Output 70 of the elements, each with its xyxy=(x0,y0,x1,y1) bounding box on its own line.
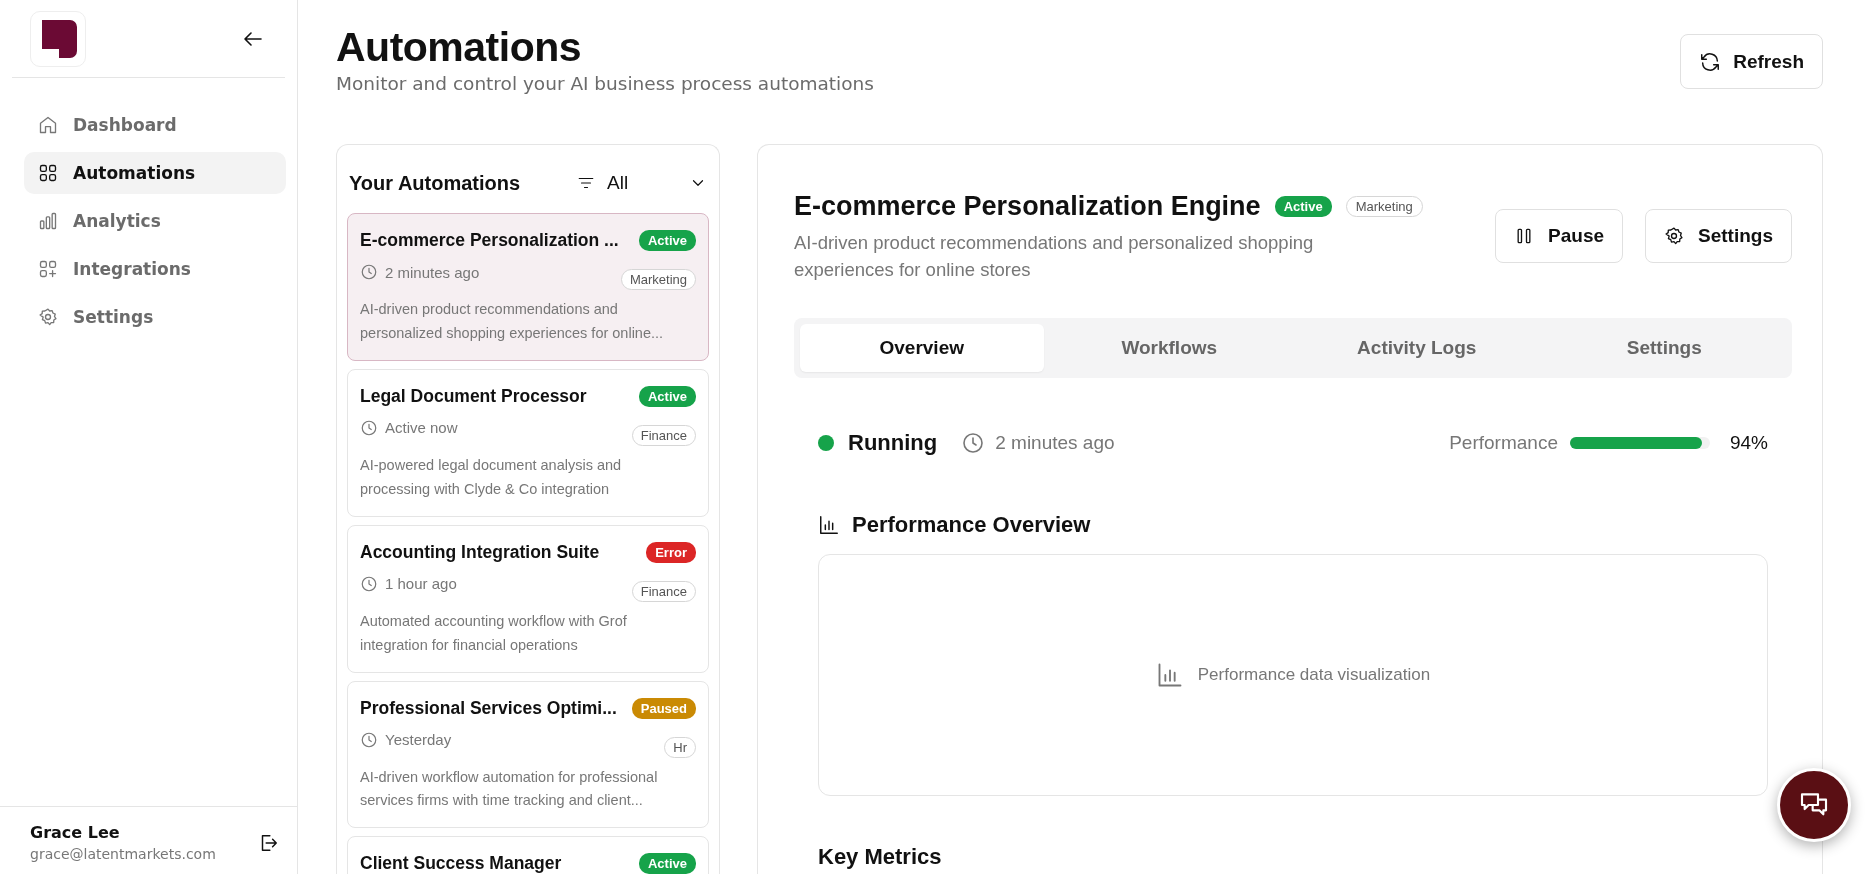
clock-icon xyxy=(360,263,378,281)
tab[interactable]: Settings xyxy=(1542,323,1786,372)
nav-item[interactable]: Dashboard xyxy=(24,104,286,146)
bar-chart-icon xyxy=(818,513,840,536)
automation-description: AI-driven product recommendations and personalized shopping experiences for online stores xyxy=(794,231,1315,282)
status-badge: Active xyxy=(1274,196,1332,217)
filter-dropdown[interactable]: All xyxy=(577,172,707,194)
performance-label: Performance xyxy=(1449,431,1558,454)
clock-icon xyxy=(961,430,986,455)
automation-description: Automated accounting workflow with Grof integration for financial operations xyxy=(360,611,628,655)
automation-name: Client Success Manager xyxy=(360,853,562,874)
automation-name: E-commerce Personalization ... xyxy=(360,230,619,251)
automation-description: AI-powered legal document analysis and processing with Clyde & Co integration xyxy=(360,455,623,499)
tab[interactable]: Workflows xyxy=(1047,323,1291,372)
clock-icon xyxy=(360,418,378,437)
automation-card[interactable]: Accounting Integration Suite Error 1 hour ago Finance Automated accounting workflow with Grof integration for financial operations xyxy=(347,524,709,673)
last-run-time: 2 minutes ago xyxy=(385,263,480,281)
chat-button[interactable] xyxy=(1777,768,1851,842)
user-name: Grace Lee xyxy=(30,823,121,842)
nav-item[interactable]: Integrations xyxy=(24,248,286,290)
grid-plus-icon xyxy=(38,259,58,279)
nav-item[interactable]: Automations xyxy=(24,152,286,194)
page-subtitle: Monitor and control your AI business process automations xyxy=(336,73,874,94)
bar-chart-icon xyxy=(38,211,58,231)
last-run-time: 2 minutes ago xyxy=(995,431,1115,454)
section-title: Key Metrics xyxy=(818,843,943,870)
automation-card[interactable]: Client Success Manager Active xyxy=(347,836,709,874)
page-title: Automations xyxy=(336,24,583,71)
clock-icon xyxy=(360,574,378,593)
last-run-time: 1 hour ago xyxy=(385,575,457,593)
action-button[interactable]: Settings xyxy=(1645,209,1792,263)
placeholder-text: Performance data visualization xyxy=(1197,664,1431,685)
automation-card[interactable]: Professional Services Optimi... Paused Yesterday Hr AI-driven workflow automation for professional services firms with time tracking and client... xyxy=(347,680,709,829)
settings-icon xyxy=(1664,226,1685,246)
automation-description: AI-driven workflow automation for professional services firms with time tracking and client... xyxy=(360,767,659,811)
status-badge: Paused xyxy=(631,697,696,719)
status-badge: Active xyxy=(638,385,696,407)
status-badge: Active xyxy=(638,230,696,251)
category-tag: Finance xyxy=(631,580,696,602)
category-tag: Marketing xyxy=(620,269,696,290)
tab[interactable]: Overview xyxy=(800,323,1044,372)
logo-icon[interactable] xyxy=(30,10,86,67)
nav-item[interactable]: Analytics xyxy=(24,200,286,242)
status-badge: Active xyxy=(638,853,696,874)
section-title: Performance Overview xyxy=(852,511,1091,538)
last-run-time: Yesterday xyxy=(385,731,452,749)
last-run-time: Active now xyxy=(385,419,458,437)
automation-name: Accounting Integration Suite xyxy=(360,541,600,563)
category-tag: Hr xyxy=(664,736,696,758)
performance-value: 94% xyxy=(1729,431,1768,454)
refresh-button[interactable]: Refresh xyxy=(1680,34,1823,89)
automation-name: Legal Document Processor xyxy=(360,385,587,407)
settings-icon xyxy=(38,307,58,327)
nav-item[interactable]: Settings xyxy=(24,296,286,338)
automation-title: E-commerce Personalization Engine xyxy=(794,191,1261,222)
list-title: Your Automations xyxy=(349,171,522,195)
grid-icon xyxy=(38,163,58,183)
status-label: Running xyxy=(848,429,938,456)
automation-card[interactable]: Legal Document Processor Active Active now Finance AI-powered legal document analysis and processing with Clyde & Co integration xyxy=(347,368,709,517)
status-badge: Error xyxy=(646,541,696,563)
automation-name: Professional Services Optimi... xyxy=(360,697,617,719)
automation-description: AI-driven product recommendations and personalized shopping experiences for online... xyxy=(360,300,665,343)
refresh-icon xyxy=(1699,50,1722,73)
automation-card[interactable]: E-commerce Personalization ... Active 2 minutes ago Marketing AI-driven product recommendations and personalized shopping experiences for online... xyxy=(347,213,709,361)
category-tag: Finance xyxy=(631,424,696,446)
clock-icon xyxy=(360,730,378,749)
tab[interactable]: Activity Logs xyxy=(1295,323,1539,372)
home-icon xyxy=(38,115,58,135)
user-email: grace@latentmarkets.com xyxy=(30,846,216,862)
action-button[interactable]: Pause xyxy=(1495,209,1624,263)
